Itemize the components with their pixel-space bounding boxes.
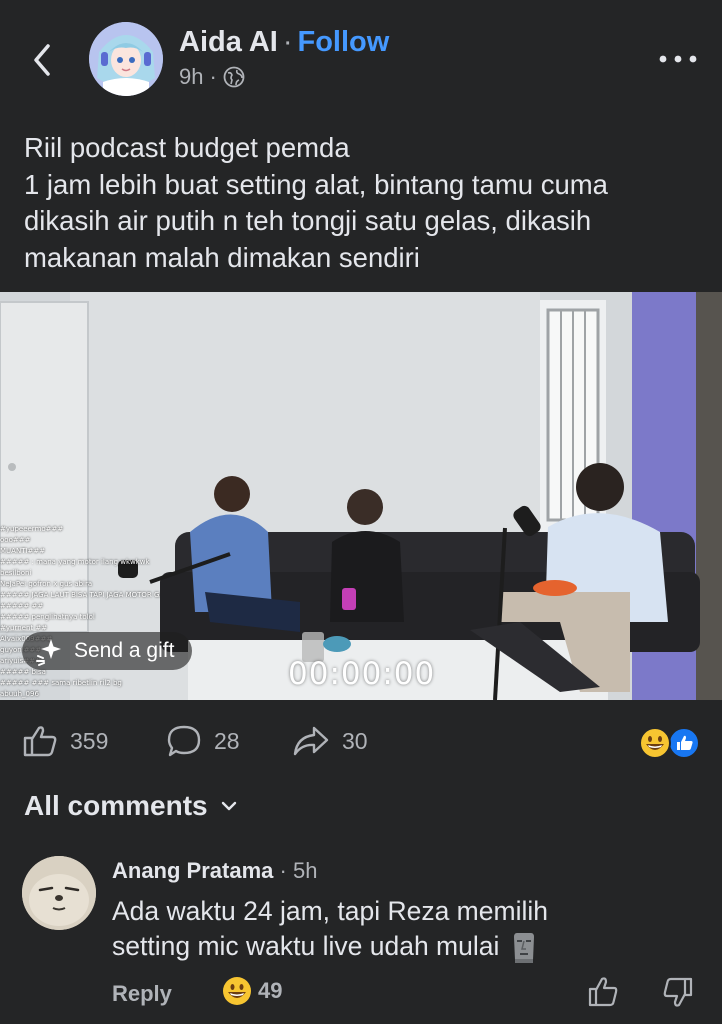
chat-line: besilboni bbox=[0, 569, 32, 577]
sparkle-gift-icon bbox=[36, 639, 61, 666]
commenter-line: Anang Pratama · 5h bbox=[112, 858, 317, 884]
comment-text-line: Ada waktu 24 jam, tapi Reza memilih bbox=[112, 894, 548, 929]
comment-text-line-2: setting mic waktu live udah mulai bbox=[112, 931, 500, 961]
comment-button[interactable]: 28 bbox=[166, 724, 240, 758]
globe-icon bbox=[223, 66, 245, 88]
video-timer: 00:00:00 bbox=[288, 656, 436, 692]
share-arrow-icon bbox=[293, 726, 329, 756]
video-player[interactable]: #yupeeermo### ooo### MUANTI### ##### : m… bbox=[0, 292, 722, 700]
avatar-image bbox=[89, 22, 163, 96]
comment-like-icon[interactable] bbox=[588, 976, 618, 1008]
comments-sort-dropdown[interactable]: All comments bbox=[24, 790, 238, 822]
meta-separator: · bbox=[209, 64, 217, 89]
post-actions: 359 28 30 bbox=[0, 716, 722, 768]
comment-text-line: setting mic waktu live udah mulai bbox=[112, 929, 548, 964]
chat-line: ##### JAGA LAUT BISA TAPI JAGA MOTOR GA … bbox=[0, 591, 160, 599]
comment-bubble-icon bbox=[167, 725, 201, 757]
post-time[interactable]: 9h bbox=[179, 64, 203, 90]
thumbs-up-outline-icon bbox=[23, 726, 57, 757]
live-chat-overlay: #yupeeermo### ooo### MUANTI### ##### : m… bbox=[0, 524, 160, 700]
author-name[interactable]: Aida AI bbox=[179, 26, 278, 58]
like-button[interactable]: 359 bbox=[22, 724, 108, 758]
share-count: 30 bbox=[342, 727, 368, 754]
post-text: Riil podcast budget pemda 1 jam lebih bu… bbox=[24, 130, 704, 276]
post-text-line: makanan malah dimakan sendiri bbox=[24, 241, 420, 273]
chat-line: ##### ## bbox=[0, 602, 44, 610]
moai-icon bbox=[514, 932, 535, 963]
author-separator: · bbox=[282, 26, 293, 58]
chat-line: ##### ### sama ribetlin ril2 bg bbox=[0, 679, 122, 687]
grinning-face-icon bbox=[223, 977, 251, 1005]
comment-dislike-icon[interactable] bbox=[663, 976, 693, 1008]
thumbs-up-icon bbox=[668, 727, 700, 759]
chat-line: #yupeeermo### bbox=[0, 525, 64, 533]
follow-button[interactable]: Follow bbox=[298, 26, 390, 58]
grinning-face-icon bbox=[639, 727, 671, 759]
chat-line: ##### : mana yang motor ilang wkwkwk bbox=[0, 558, 150, 566]
comment-text-line-1: Ada waktu 24 jam, tapi Reza memilih bbox=[112, 896, 548, 926]
comment-time: 5h bbox=[292, 858, 318, 883]
more-horizontal-icon[interactable] bbox=[655, 46, 701, 72]
comment-reaction-count: 49 bbox=[258, 978, 283, 1003]
chevron-down-icon bbox=[221, 801, 236, 811]
share-button[interactable]: 30 bbox=[292, 724, 368, 758]
avatar-image bbox=[22, 856, 96, 930]
commenter-avatar[interactable] bbox=[22, 856, 96, 930]
send-gift-button[interactable]: Send a gift bbox=[22, 632, 193, 670]
chat-line: ooo### bbox=[0, 536, 31, 544]
post-text-line: Riil podcast budget pemda bbox=[24, 132, 350, 163]
back-button[interactable] bbox=[26, 38, 62, 82]
reaction-summary[interactable] bbox=[638, 726, 702, 760]
post-text-line: dikasih air putih n teh tongji satu gela… bbox=[24, 205, 592, 236]
chat-line: MUANTI### bbox=[0, 547, 46, 555]
comment-count: 28 bbox=[214, 727, 240, 754]
comment-text: Ada waktu 24 jam, tapi Reza memilih sett… bbox=[112, 894, 548, 964]
comments-sort-label: All comments bbox=[24, 790, 208, 821]
send-gift-label: Send a gift bbox=[74, 639, 175, 662]
commenter-name[interactable]: Anang Pratama bbox=[112, 858, 273, 883]
post-header: Aida AI · Follow 9h · bbox=[0, 0, 722, 120]
like-count: 359 bbox=[70, 727, 109, 754]
chat-line: ##### penglihatnya tolol bbox=[0, 613, 95, 621]
author-avatar[interactable] bbox=[89, 22, 163, 96]
post-text-line: 1 jam lebih buat setting alat, bintang t… bbox=[24, 168, 608, 200]
post-meta: 9h · bbox=[179, 64, 245, 90]
chat-line: NeJaPei gofron x gus abira bbox=[0, 580, 93, 588]
chat-line: abuuh_096 bbox=[0, 690, 39, 698]
comment-separator: · bbox=[279, 858, 287, 883]
author-line: Aida AI · Follow bbox=[179, 26, 389, 59]
reply-button[interactable]: Reply bbox=[112, 981, 172, 1007]
comment-reaction-summary[interactable]: 49 bbox=[222, 976, 282, 1006]
